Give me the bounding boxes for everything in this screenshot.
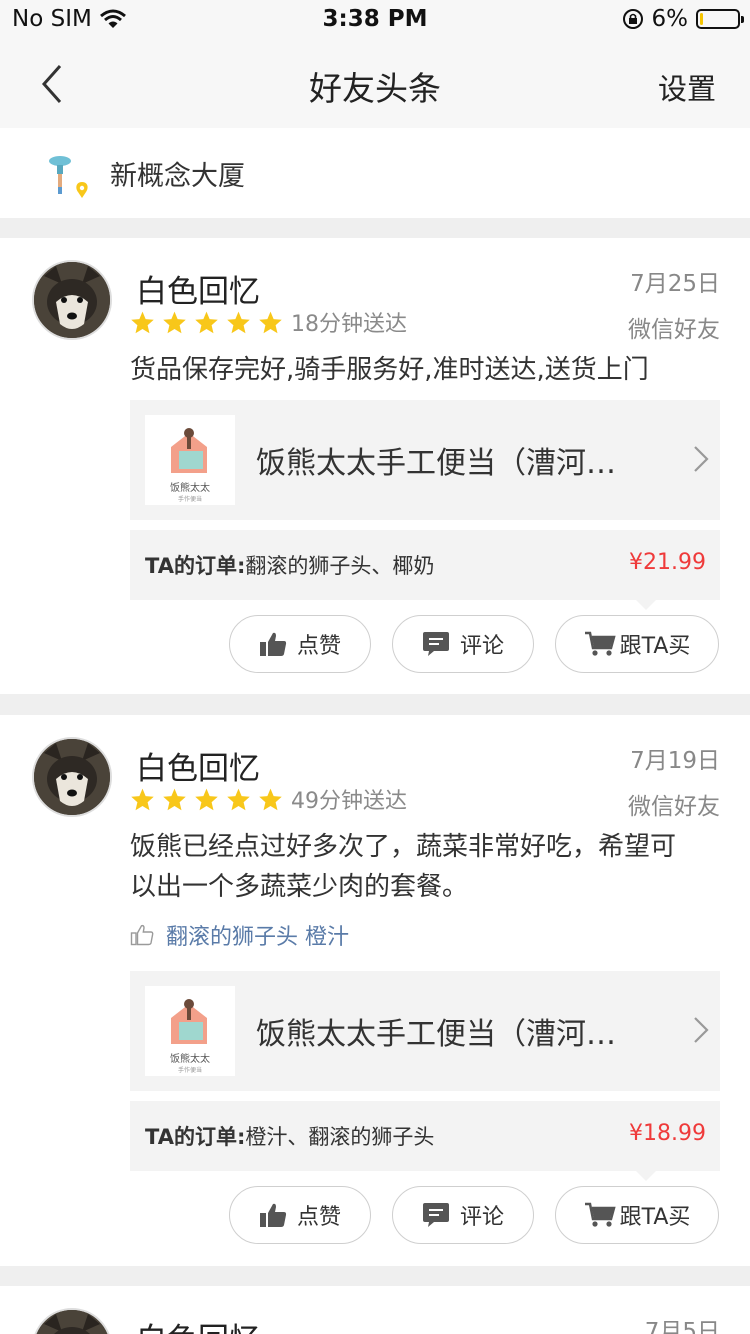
- thumbs-up-icon: [259, 632, 287, 656]
- svg-text:手作便当: 手作便当: [178, 1066, 202, 1074]
- buy-same-button[interactable]: 跟TA买: [555, 615, 719, 673]
- user-name[interactable]: 白色回忆: [136, 266, 260, 311]
- husky-avatar-icon: [34, 262, 110, 338]
- order-label: TA的订单:橙汁、翻滚的狮子头: [145, 1125, 435, 1149]
- star-icon: [259, 788, 282, 810]
- cart-icon: [584, 1202, 616, 1227]
- star-icon: [259, 311, 282, 333]
- battery-icon: [696, 9, 744, 29]
- buy-same-button[interactable]: 跟TA买: [555, 1186, 719, 1244]
- post-date: 7月5日: [644, 1319, 720, 1334]
- husky-avatar-icon: [34, 1310, 110, 1334]
- like-label: 点赞: [296, 634, 341, 659]
- store-logo: 饭熊太太 手作便当: [145, 986, 235, 1076]
- battery-percent: 6%: [651, 6, 689, 32]
- feed-card: 白色回忆 7月19日 微信好友 49分钟送达 饭熊已经点过好多次了，蔬菜非常好吃…: [0, 715, 750, 1266]
- location-row[interactable]: 新概念大厦: [0, 128, 750, 218]
- location-pin-icon: [49, 156, 88, 198]
- order-summary: TA的订单:橙汁、翻滚的狮子头 ¥18.99: [130, 1101, 720, 1181]
- review-text: 饭熊已经点过好多次了，蔬菜非常好吃，希望可 以出一个多蔬菜少肉的套餐。: [130, 827, 720, 907]
- review-text: 货品保存完好,骑手服务好,准时送达,送货上门: [130, 355, 649, 385]
- review-text-line: 饭熊已经点过好多次了，蔬菜非常好吃，希望可: [130, 832, 677, 862]
- user-name[interactable]: 白色回忆: [136, 743, 260, 788]
- husky-avatar-icon: [34, 739, 110, 815]
- comment-button[interactable]: 评论: [392, 1186, 534, 1244]
- comment-label: 评论: [459, 1205, 504, 1230]
- avatar[interactable]: [32, 1308, 112, 1334]
- order-price: ¥21.99: [629, 550, 706, 575]
- settings-button[interactable]: 设置: [658, 66, 716, 108]
- star-icon: [195, 311, 218, 333]
- order-price: ¥18.99: [629, 1121, 706, 1146]
- store-name: 饭熊太太手工便当（漕河…: [256, 446, 616, 481]
- store-link[interactable]: 饭熊太太 手作便当 饭熊太太手工便当（漕河…: [130, 971, 720, 1091]
- store-logo: 饭熊太太 手作便当: [145, 415, 235, 505]
- star-icon: [131, 311, 154, 333]
- review-text-line: 以出一个多蔬菜少肉的套餐。: [130, 872, 469, 902]
- comment-label: 评论: [459, 634, 504, 659]
- orientation-lock-icon: [622, 9, 643, 29]
- star-icon: [195, 788, 218, 810]
- feed-card: 白色回忆 7月5日: [0, 1286, 750, 1334]
- like-label: 点赞: [296, 1205, 341, 1230]
- battery-level: [700, 13, 703, 25]
- user-name[interactable]: 白色回忆: [136, 1314, 260, 1334]
- comment-icon: [422, 1203, 449, 1227]
- star-icon: [131, 788, 154, 810]
- rating-stars: 49分钟送达: [130, 783, 407, 815]
- battery-group: 6%: [622, 6, 744, 32]
- post-date: 7月19日: [630, 748, 720, 774]
- store-name: 饭熊太太手工便当（漕河…: [256, 1017, 616, 1052]
- feed-card: 白色回忆 7月25日 微信好友 18分钟送达 货品保存完好,骑手服务好,准时送达…: [0, 238, 750, 694]
- location-name: 新概念大厦: [110, 161, 245, 192]
- chevron-right-icon: [694, 1017, 709, 1043]
- svg-text:手作便当: 手作便当: [178, 495, 202, 503]
- buy-same-label: 跟TA买: [619, 1205, 691, 1230]
- star-icon: [227, 311, 250, 333]
- chevron-right-icon: [694, 446, 709, 472]
- store-logo-icon: 饭熊太太 手作便当: [170, 999, 210, 1074]
- thumbs-up-outline-icon: [130, 924, 154, 946]
- store-logo-icon: 饭熊太太 手作便当: [170, 428, 210, 503]
- like-button[interactable]: 点赞: [229, 615, 371, 673]
- star-icon: [163, 311, 186, 333]
- navigation-bar: 好友头条 设置: [0, 40, 750, 128]
- order-items: 翻滚的狮子头、椰奶: [245, 554, 435, 578]
- thumbs-up-icon: [259, 1203, 287, 1227]
- post-date: 7月25日: [630, 271, 720, 297]
- star-icon: [227, 788, 250, 810]
- status-bar: No SIM 3:38 PM 6%: [0, 0, 750, 40]
- comment-button[interactable]: 评论: [392, 615, 534, 673]
- store-link[interactable]: 饭熊太太 手作便当 饭熊太太手工便当（漕河…: [130, 400, 720, 520]
- avatar[interactable]: [32, 260, 112, 340]
- like-button[interactable]: 点赞: [229, 1186, 371, 1244]
- delivery-time: 49分钟送达: [291, 789, 407, 814]
- order-summary: TA的订单:翻滚的狮子头、椰奶 ¥21.99: [130, 530, 720, 610]
- order-items: 橙汁、翻滚的狮子头: [245, 1125, 435, 1149]
- cart-icon: [584, 631, 616, 656]
- order-label: TA的订单:翻滚的狮子头、椰奶: [145, 554, 435, 578]
- delivery-time: 18分钟送达: [291, 312, 407, 337]
- page-title: 好友头条: [309, 69, 441, 108]
- avatar[interactable]: [32, 737, 112, 817]
- post-source: 微信好友: [628, 317, 720, 343]
- liked-items: 翻滚的狮子头 橙汁: [130, 919, 349, 951]
- rating-stars: 18分钟送达: [130, 306, 407, 338]
- svg-text:饭熊太太: 饭熊太太: [170, 1052, 210, 1065]
- post-source: 微信好友: [628, 794, 720, 820]
- liked-items-text[interactable]: 翻滚的狮子头 橙汁: [166, 919, 349, 951]
- svg-text:饭熊太太: 饭熊太太: [170, 481, 210, 494]
- comment-icon: [422, 632, 449, 656]
- buy-same-label: 跟TA买: [619, 634, 691, 659]
- star-icon: [163, 788, 186, 810]
